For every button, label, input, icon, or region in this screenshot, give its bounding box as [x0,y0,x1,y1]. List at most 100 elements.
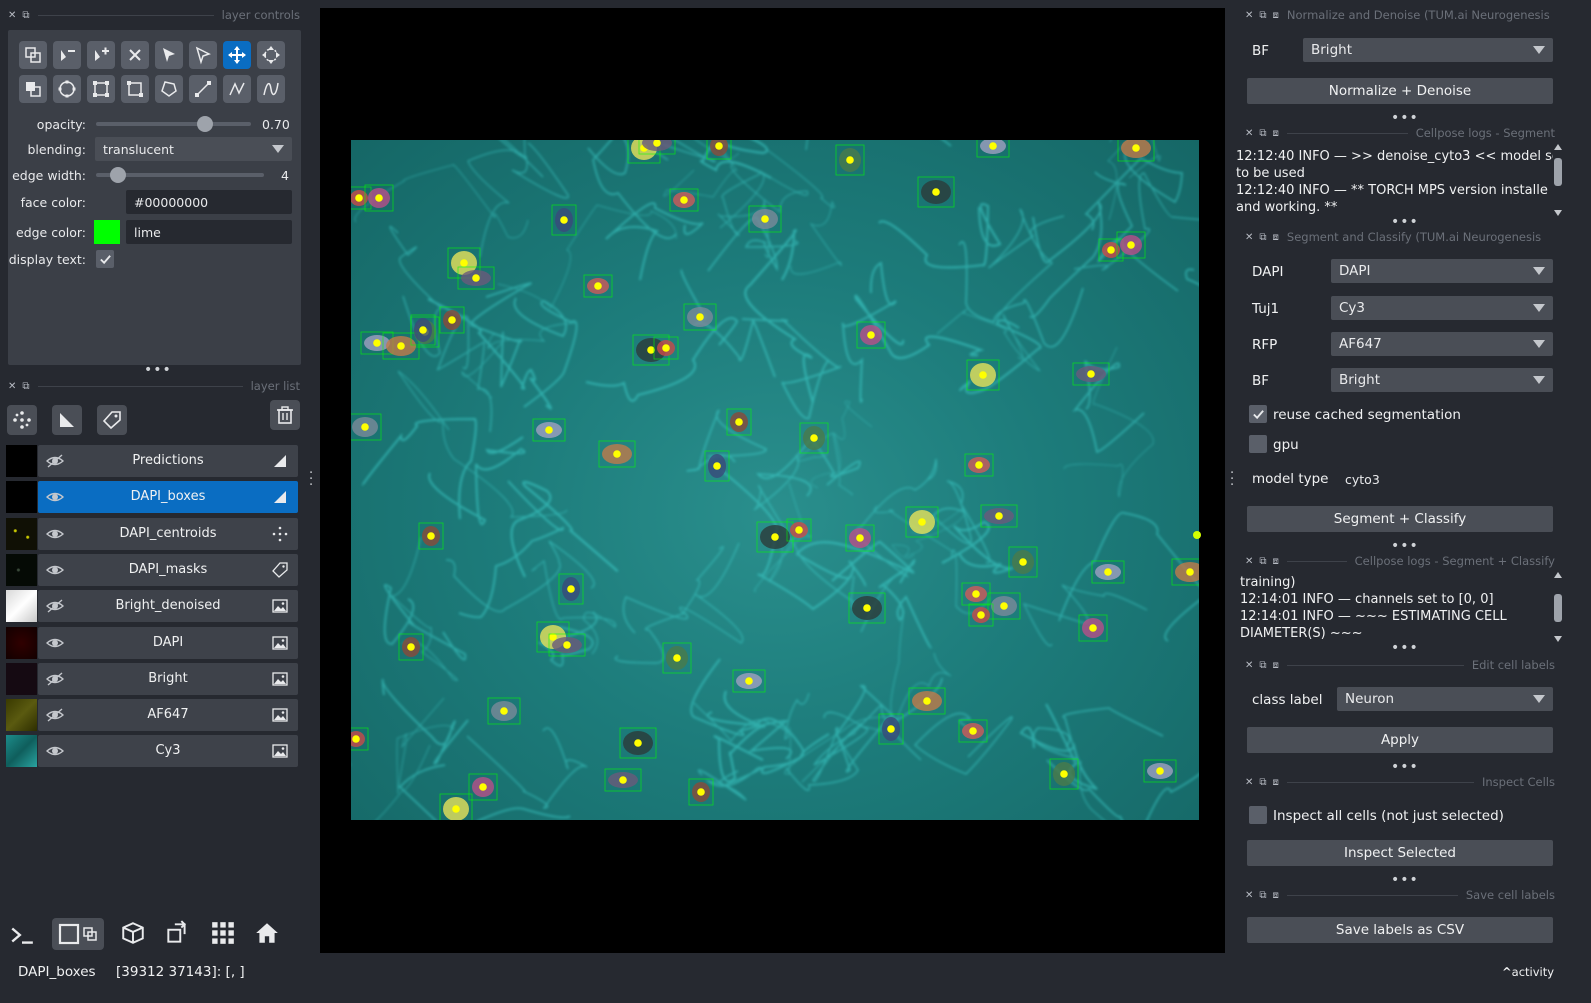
normalize-bf-dropdown[interactable]: Bright [1303,38,1553,62]
cell-marker[interactable] [551,204,577,236]
inspect-all-checkbox[interactable] [1249,806,1267,824]
cell-marker[interactable] [583,274,613,298]
cell-marker[interactable] [966,359,1000,391]
cell-marker[interactable] [418,522,444,550]
cell-marker[interactable] [351,413,382,441]
delete-layer-button[interactable] [270,400,300,430]
console-button[interactable] [7,920,37,950]
pin-icon[interactable]: ⧈ [1273,10,1279,21]
pin-icon[interactable]: ⧈ [1273,777,1279,788]
add-vertex-button[interactable] [87,41,115,69]
layer-row[interactable]: DAPI_boxes [6,481,298,514]
layer-row-body[interactable]: DAPI [38,626,298,659]
layer-row[interactable]: AF647 [6,699,298,732]
add-path-button[interactable] [223,75,251,103]
remove-vertex-button[interactable] [53,41,81,69]
cell-marker[interactable] [964,453,994,477]
cellpose-log2-scrollbar[interactable] [1553,572,1563,646]
close-icon[interactable]: ✕ [1245,128,1253,139]
cell-marker[interactable] [848,592,886,624]
layer-row-body[interactable]: Bright [38,662,298,695]
close-icon[interactable]: ✕ [1245,10,1253,21]
eye-icon[interactable] [46,743,64,759]
save-labels-csv-button[interactable]: Save labels as CSV [1247,917,1553,943]
cell-marker[interactable] [756,521,794,553]
float-icon[interactable]: ⧉ [22,381,29,392]
cell-marker[interactable] [968,603,994,627]
eye-closed-icon[interactable] [46,598,64,614]
float-icon[interactable]: ⧉ [1259,777,1266,788]
float-icon[interactable]: ⧉ [1259,128,1266,139]
cellpose-log1-text[interactable]: 12:12:40 INFO — >> denoise_cyto3 << mode… [1236,148,1553,218]
pin-icon[interactable]: ⧈ [1273,232,1279,243]
add-line-button[interactable] [189,75,217,103]
viewer-canvas[interactable] [320,8,1225,953]
tuj1-dropdown[interactable]: Cy3 [1331,296,1553,320]
layer-row-body[interactable]: Predictions [38,445,298,477]
cell-marker[interactable] [1116,231,1146,259]
layer-row-body[interactable]: DAPI_boxes [38,481,298,514]
float-icon[interactable]: ⧉ [1259,10,1266,21]
select-shapes-button[interactable] [189,41,217,69]
cell-marker[interactable] [683,303,717,331]
cellpose-log1-scrollbar[interactable] [1553,144,1563,218]
opacity-slider[interactable] [96,122,251,126]
add-polygon-lasso-button[interactable] [155,75,183,103]
edge-color-swatch[interactable] [94,220,120,244]
cell-marker[interactable] [732,669,766,693]
close-icon[interactable]: ✕ [1245,556,1253,567]
pin-icon[interactable]: ⧈ [1273,128,1279,139]
transform-button[interactable] [257,41,285,69]
layer-row[interactable]: Bright [6,662,298,695]
eye-icon[interactable] [46,635,64,651]
dock-splitter-handle[interactable]: ••• [144,362,172,378]
cell-marker[interactable] [917,176,955,208]
cell-marker[interactable] [558,573,584,605]
apply-button[interactable]: Apply [1247,727,1553,753]
cell-marker[interactable] [662,642,692,674]
microscopy-image[interactable] [351,140,1199,820]
layer-row[interactable]: Bright_denoised [6,590,298,623]
cell-marker[interactable] [905,506,939,538]
layer-row[interactable]: Cy3 [6,735,298,768]
cell-marker[interactable] [958,719,988,743]
cell-marker[interactable] [669,188,699,212]
close-icon[interactable]: ✕ [1245,890,1253,901]
float-icon[interactable]: ⧉ [1259,556,1266,567]
delete-shape-button[interactable] [121,41,149,69]
reset-view-button[interactable] [252,918,282,948]
eye-closed-icon[interactable] [46,671,64,687]
eye-closed-icon[interactable] [46,707,64,723]
add-polygon-button[interactable] [121,75,149,103]
class-label-dropdown[interactable]: Neuron [1337,687,1553,711]
close-icon[interactable]: ✕ [8,381,16,392]
move-back-button[interactable] [19,75,47,103]
segment-classify-button[interactable]: Segment + Classify [1247,506,1553,532]
cell-marker[interactable] [1171,558,1199,586]
close-icon[interactable]: ✕ [1245,232,1253,243]
cell-marker[interactable] [619,727,657,759]
reuse-cached-checkbox[interactable] [1249,405,1267,423]
dock-resize-handle[interactable]: · · · [1230,467,1234,492]
layer-row-body[interactable]: DAPI_masks [38,553,298,586]
cell-marker[interactable] [532,418,566,442]
blending-dropdown[interactable]: translucent [95,137,292,161]
new-points-layer-button[interactable] [7,405,37,435]
float-icon[interactable]: ⧉ [1259,232,1266,243]
eye-icon[interactable] [46,562,64,578]
grid-view-button[interactable] [208,918,238,948]
segment-bf-dropdown[interactable]: Bright [1331,368,1553,392]
cell-marker[interactable] [1117,140,1155,162]
layer-row-body[interactable]: Cy3 [38,735,298,768]
cell-marker[interactable] [706,140,732,160]
face-color-input[interactable]: #00000000 [126,190,292,214]
cell-marker[interactable] [976,140,1010,158]
layer-row-body[interactable]: AF647 [38,699,298,732]
pan-zoom-button[interactable] [223,41,251,69]
cell-marker[interactable] [1091,560,1125,584]
activity-button[interactable]: ^activity [1502,965,1554,979]
display-text-checkbox[interactable] [96,250,114,268]
cellpose-log2-text[interactable]: training) 12:14:01 INFO — channels set t… [1240,574,1557,646]
layer-row-body[interactable]: Bright_denoised [38,590,298,623]
layer-row[interactable]: DAPI [6,626,298,659]
